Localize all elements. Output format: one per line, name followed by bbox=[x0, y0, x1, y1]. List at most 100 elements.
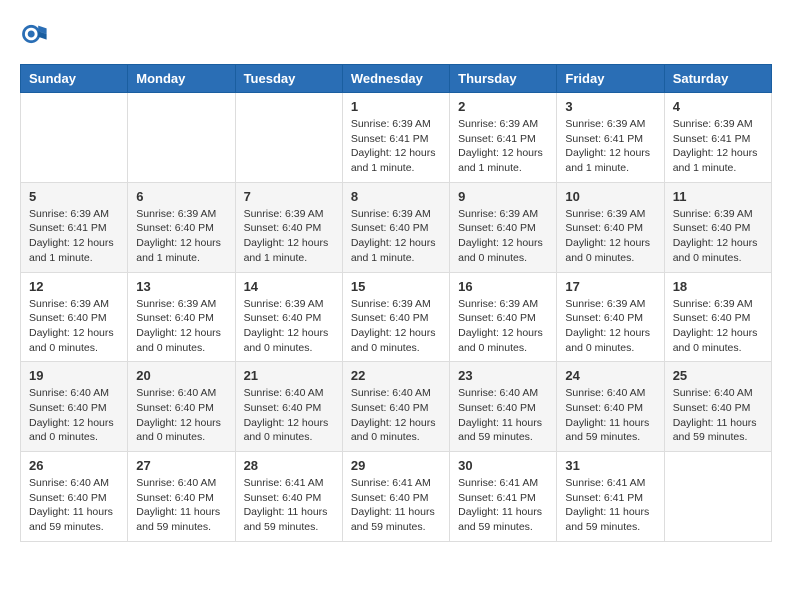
day-number: 13 bbox=[136, 279, 226, 294]
day-info: Sunrise: 6:39 AM Sunset: 6:41 PM Dayligh… bbox=[673, 117, 763, 176]
day-info: Sunrise: 6:40 AM Sunset: 6:40 PM Dayligh… bbox=[565, 386, 655, 445]
day-info: Sunrise: 6:39 AM Sunset: 6:40 PM Dayligh… bbox=[136, 207, 226, 266]
calendar-day-18: 18Sunrise: 6:39 AM Sunset: 6:40 PM Dayli… bbox=[664, 272, 771, 362]
calendar-day-19: 19 Sunrise: 6:40 AM Sunset: 6:40 PM Dayli… bbox=[21, 362, 128, 452]
day-info: Sunrise: 6:39 AM Sunset: 6:40 PM Dayligh… bbox=[244, 207, 334, 266]
day-info: Sunrise: 6:39 AM Sunset: 6:40 PM Dayligh… bbox=[351, 297, 441, 356]
weekday-header-monday: Monday bbox=[128, 65, 235, 93]
day-number: 4 bbox=[673, 99, 763, 114]
calendar-header: SundayMondayTuesdayWednesdayThursdayFrid… bbox=[21, 65, 772, 93]
day-number: 1 bbox=[351, 99, 441, 114]
calendar-day-8: 8Sunrise: 6:39 AM Sunset: 6:40 PM Daylig… bbox=[342, 182, 449, 272]
calendar-day-10: 10Sunrise: 6:39 AM Sunset: 6:40 PM Dayli… bbox=[557, 182, 664, 272]
day-info: Sunrise: 6:40 AM Sunset: 6:40 PM Dayligh… bbox=[29, 476, 119, 535]
calendar-day-15: 15Sunrise: 6:39 AM Sunset: 6:40 PM Dayli… bbox=[342, 272, 449, 362]
day-info: Sunrise: 6:40 AM Sunset: 6:40 PM Dayligh… bbox=[244, 386, 334, 445]
day-info: Sunrise: 6:39 AM Sunset: 6:40 PM Dayligh… bbox=[458, 297, 548, 356]
day-number: 16 bbox=[458, 279, 548, 294]
weekday-header-row: SundayMondayTuesdayWednesdayThursdayFrid… bbox=[21, 65, 772, 93]
day-info: Sunrise: 6:41 AM Sunset: 6:41 PM Dayligh… bbox=[458, 476, 548, 535]
calendar-day-14: 14 Sunrise: 6:39 AM Sunset: 6:40 PM Dayli… bbox=[235, 272, 342, 362]
day-number: 5 bbox=[29, 189, 119, 204]
calendar-week-row: 26 Sunrise: 6:40 AM Sunset: 6:40 PM Dayli… bbox=[21, 452, 772, 542]
day-number: 12 bbox=[29, 279, 119, 294]
page-header bbox=[20, 20, 772, 48]
calendar-week-row: 1 Sunrise: 6:39 AM Sunset: 6:41 PM Daylig… bbox=[21, 93, 772, 183]
logo bbox=[20, 20, 52, 48]
day-info: Sunrise: 6:41 AM Sunset: 6:40 PM Dayligh… bbox=[351, 476, 441, 535]
calendar-day-20: 20Sunrise: 6:40 AM Sunset: 6:40 PM Dayli… bbox=[128, 362, 235, 452]
calendar-day-17: 17Sunrise: 6:39 AM Sunset: 6:40 PM Dayli… bbox=[557, 272, 664, 362]
calendar-day-16: 16 Sunrise: 6:39 AM Sunset: 6:40 PM Dayli… bbox=[450, 272, 557, 362]
calendar-day-12: 12 Sunrise: 6:39 AM Sunset: 6:40 PM Dayli… bbox=[21, 272, 128, 362]
day-info: Sunrise: 6:39 AM Sunset: 6:40 PM Dayligh… bbox=[29, 297, 119, 356]
day-info: Sunrise: 6:41 AM Sunset: 6:40 PM Dayligh… bbox=[244, 476, 334, 535]
day-number: 25 bbox=[673, 368, 763, 383]
calendar-day-1: 1 Sunrise: 6:39 AM Sunset: 6:41 PM Daylig… bbox=[342, 93, 449, 183]
day-number: 21 bbox=[244, 368, 334, 383]
weekday-header-saturday: Saturday bbox=[664, 65, 771, 93]
calendar-day-6: 6 Sunrise: 6:39 AM Sunset: 6:40 PM Daylig… bbox=[128, 182, 235, 272]
day-number: 30 bbox=[458, 458, 548, 473]
calendar-day-2: 2 Sunrise: 6:39 AM Sunset: 6:41 PM Daylig… bbox=[450, 93, 557, 183]
day-number: 14 bbox=[244, 279, 334, 294]
day-info: Sunrise: 6:39 AM Sunset: 6:41 PM Dayligh… bbox=[458, 117, 548, 176]
day-info: Sunrise: 6:40 AM Sunset: 6:40 PM Dayligh… bbox=[351, 386, 441, 445]
day-number: 26 bbox=[29, 458, 119, 473]
day-number: 10 bbox=[565, 189, 655, 204]
day-number: 31 bbox=[565, 458, 655, 473]
calendar-day-30: 30 Sunrise: 6:41 AM Sunset: 6:41 PM Dayli… bbox=[450, 452, 557, 542]
calendar-day-31: 31 Sunrise: 6:41 AM Sunset: 6:41 PM Dayli… bbox=[557, 452, 664, 542]
day-info: Sunrise: 6:39 AM Sunset: 6:40 PM Dayligh… bbox=[458, 207, 548, 266]
logo-icon bbox=[20, 20, 48, 48]
calendar-day-23: 23 Sunrise: 6:40 AM Sunset: 6:40 PM Dayli… bbox=[450, 362, 557, 452]
day-info: Sunrise: 6:39 AM Sunset: 6:41 PM Dayligh… bbox=[351, 117, 441, 176]
day-info: Sunrise: 6:39 AM Sunset: 6:40 PM Dayligh… bbox=[136, 297, 226, 356]
day-number: 18 bbox=[673, 279, 763, 294]
empty-day-cell bbox=[21, 93, 128, 183]
day-number: 8 bbox=[351, 189, 441, 204]
calendar-day-27: 27Sunrise: 6:40 AM Sunset: 6:40 PM Dayli… bbox=[128, 452, 235, 542]
calendar-day-26: 26 Sunrise: 6:40 AM Sunset: 6:40 PM Dayli… bbox=[21, 452, 128, 542]
day-number: 6 bbox=[136, 189, 226, 204]
day-number: 17 bbox=[565, 279, 655, 294]
empty-day-cell bbox=[664, 452, 771, 542]
calendar-day-25: 25Sunrise: 6:40 AM Sunset: 6:40 PM Dayli… bbox=[664, 362, 771, 452]
weekday-header-friday: Friday bbox=[557, 65, 664, 93]
day-number: 29 bbox=[351, 458, 441, 473]
day-number: 24 bbox=[565, 368, 655, 383]
weekday-header-tuesday: Tuesday bbox=[235, 65, 342, 93]
calendar-week-row: 19 Sunrise: 6:40 AM Sunset: 6:40 PM Dayli… bbox=[21, 362, 772, 452]
day-number: 2 bbox=[458, 99, 548, 114]
calendar-day-7: 7 Sunrise: 6:39 AM Sunset: 6:40 PM Daylig… bbox=[235, 182, 342, 272]
day-number: 3 bbox=[565, 99, 655, 114]
calendar-day-29: 29 Sunrise: 6:41 AM Sunset: 6:40 PM Dayli… bbox=[342, 452, 449, 542]
day-info: Sunrise: 6:39 AM Sunset: 6:41 PM Dayligh… bbox=[29, 207, 119, 266]
calendar-day-3: 3 Sunrise: 6:39 AM Sunset: 6:41 PM Daylig… bbox=[557, 93, 664, 183]
day-info: Sunrise: 6:39 AM Sunset: 6:41 PM Dayligh… bbox=[565, 117, 655, 176]
day-number: 19 bbox=[29, 368, 119, 383]
day-number: 27 bbox=[136, 458, 226, 473]
day-number: 28 bbox=[244, 458, 334, 473]
day-number: 11 bbox=[673, 189, 763, 204]
day-info: Sunrise: 6:39 AM Sunset: 6:40 PM Dayligh… bbox=[673, 207, 763, 266]
day-number: 22 bbox=[351, 368, 441, 383]
day-info: Sunrise: 6:41 AM Sunset: 6:41 PM Dayligh… bbox=[565, 476, 655, 535]
calendar-day-11: 11 Sunrise: 6:39 AM Sunset: 6:40 PM Dayli… bbox=[664, 182, 771, 272]
weekday-header-wednesday: Wednesday bbox=[342, 65, 449, 93]
calendar-day-24: 24 Sunrise: 6:40 AM Sunset: 6:40 PM Dayli… bbox=[557, 362, 664, 452]
day-info: Sunrise: 6:40 AM Sunset: 6:40 PM Dayligh… bbox=[29, 386, 119, 445]
calendar-table: SundayMondayTuesdayWednesdayThursdayFrid… bbox=[20, 64, 772, 542]
calendar-body: 1 Sunrise: 6:39 AM Sunset: 6:41 PM Daylig… bbox=[21, 93, 772, 542]
calendar-day-28: 28 Sunrise: 6:41 AM Sunset: 6:40 PM Dayli… bbox=[235, 452, 342, 542]
day-number: 7 bbox=[244, 189, 334, 204]
calendar-day-5: 5 Sunrise: 6:39 AM Sunset: 6:41 PM Daylig… bbox=[21, 182, 128, 272]
day-info: Sunrise: 6:39 AM Sunset: 6:40 PM Dayligh… bbox=[244, 297, 334, 356]
calendar-day-22: 22 Sunrise: 6:40 AM Sunset: 6:40 PM Dayli… bbox=[342, 362, 449, 452]
day-number: 20 bbox=[136, 368, 226, 383]
calendar-week-row: 5 Sunrise: 6:39 AM Sunset: 6:41 PM Daylig… bbox=[21, 182, 772, 272]
calendar-day-9: 9Sunrise: 6:39 AM Sunset: 6:40 PM Daylig… bbox=[450, 182, 557, 272]
day-info: Sunrise: 6:40 AM Sunset: 6:40 PM Dayligh… bbox=[458, 386, 548, 445]
empty-day-cell bbox=[235, 93, 342, 183]
day-number: 23 bbox=[458, 368, 548, 383]
